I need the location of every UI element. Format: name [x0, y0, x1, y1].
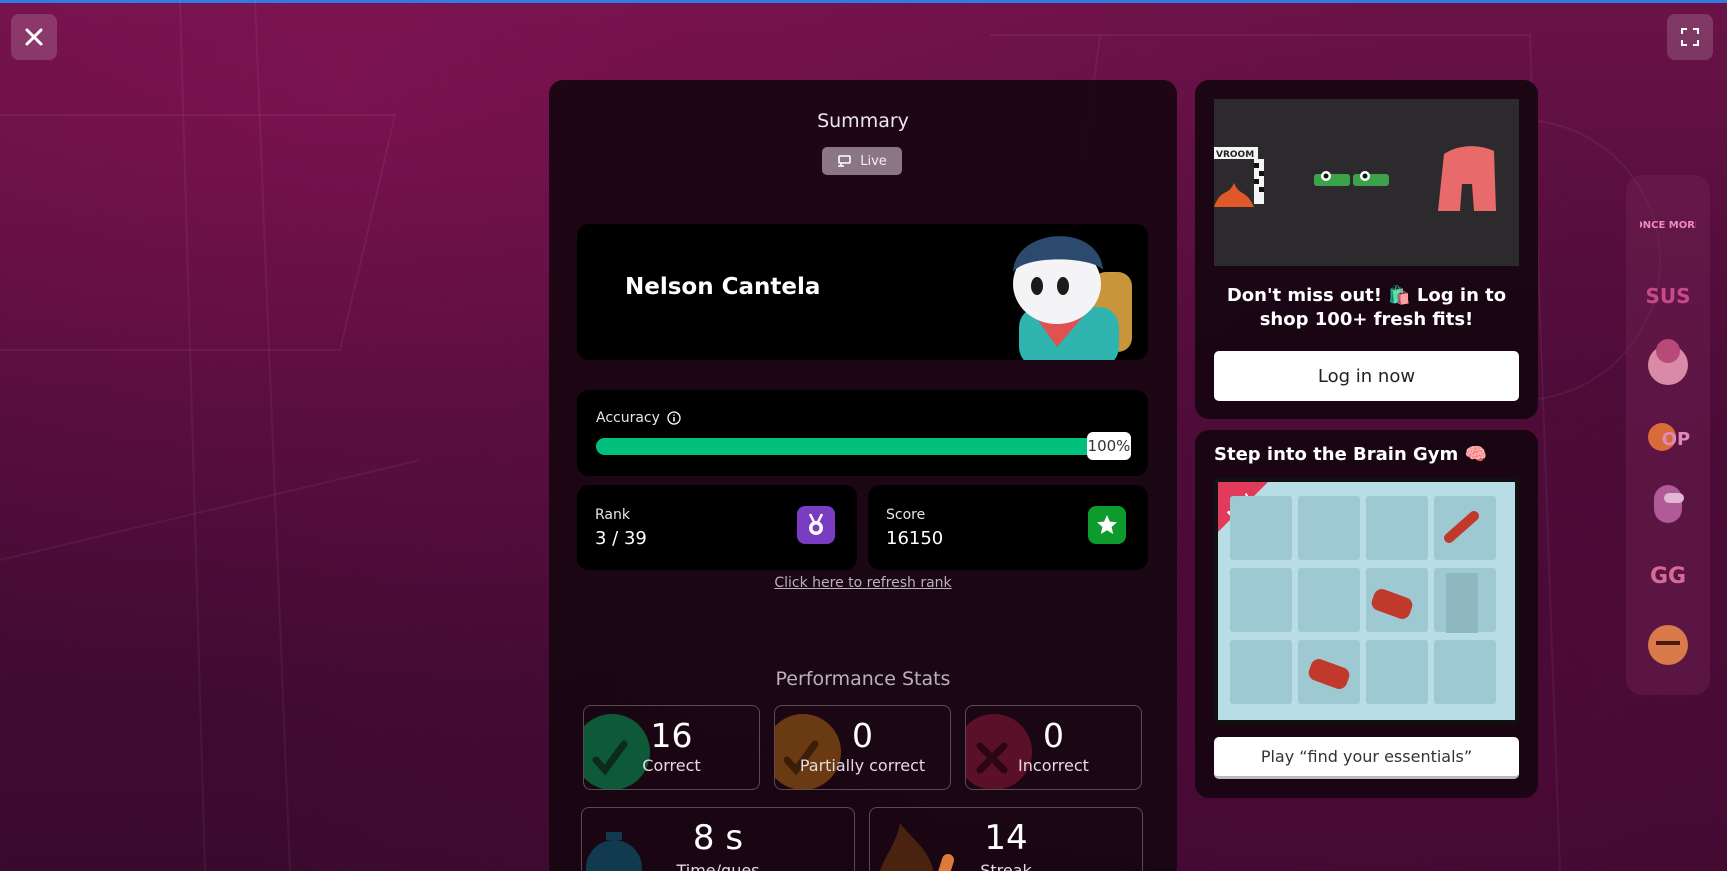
- gg-text: GG: [1650, 564, 1686, 589]
- summary-panel: Summary Live Nelson Cantela Accuracy 100…: [549, 80, 1177, 871]
- partial-label: Partially correct: [799, 756, 926, 775]
- character-face-icon: [1648, 625, 1688, 665]
- incorrect-count: 0: [1043, 716, 1064, 755]
- accuracy-label: Accuracy: [596, 410, 660, 426]
- op-sticker[interactable]: OP: [1640, 405, 1696, 461]
- brain-gym-title: Step into the Brain Gym 🧠: [1214, 444, 1487, 465]
- crewmate-icon: [1654, 485, 1684, 523]
- shop-promo-card: VROOM Don't miss out! 🛍️ Log in to shop …: [1195, 80, 1538, 419]
- top-progress-line: [0, 0, 1727, 3]
- accuracy-card: Accuracy 100%: [577, 390, 1148, 476]
- accuracy-bar-fill: [596, 438, 1116, 455]
- sus-text: SUS: [1645, 284, 1690, 308]
- brain-gym-image[interactable]: NEW: [1214, 478, 1519, 724]
- memory-tile: [1366, 496, 1428, 560]
- player-card: Nelson Cantela: [577, 224, 1148, 360]
- memory-tile: [1230, 640, 1292, 704]
- once-more-icon: ONCE MORE: [1634, 220, 1702, 231]
- rank-card: Rank 3 / 39: [577, 485, 857, 570]
- rank-badge: [797, 506, 835, 544]
- score-value: 16150: [886, 528, 944, 549]
- promo-image: VROOM: [1214, 99, 1519, 266]
- time-label: Time/ques: [676, 861, 760, 871]
- live-badge: Live: [822, 147, 902, 175]
- stat-streak: 14 Streak: [869, 807, 1143, 871]
- live-label: Live: [860, 153, 887, 169]
- sus-icon: SUS: [1645, 284, 1690, 308]
- brain-gym-card: Step into the Brain Gym 🧠 NEW Play “find…: [1195, 430, 1538, 798]
- once-more-sticker[interactable]: ONCE MORE: [1634, 195, 1702, 251]
- score-badge: [1088, 506, 1126, 544]
- accuracy-percent: 100%: [1087, 432, 1131, 460]
- player-name: Nelson Cantela: [625, 274, 821, 300]
- character-sticker[interactable]: [1640, 335, 1696, 391]
- close-icon: [25, 28, 43, 46]
- medal-icon: [808, 513, 824, 535]
- op-text: OP: [1662, 429, 1691, 450]
- incorrect-label: Incorrect: [1018, 756, 1089, 775]
- accuracy-bar: [596, 438, 1116, 455]
- streak-label: Streak: [980, 861, 1032, 871]
- rank-value: 3 / 39: [595, 528, 647, 549]
- promo-illustration: VROOM: [1214, 146, 1496, 211]
- partial-count: 0: [852, 716, 873, 755]
- memory-tile: [1298, 568, 1360, 632]
- stat-time-per-question: 8 s Time/ques: [581, 807, 855, 871]
- once-more-text: ONCE MORE: [1640, 220, 1696, 231]
- character-face-sticker[interactable]: [1640, 615, 1696, 671]
- login-button[interactable]: Log in now: [1214, 351, 1519, 401]
- memory-tile: [1366, 640, 1428, 704]
- performance-title: Performance Stats: [775, 668, 951, 690]
- character-icon: [1648, 339, 1688, 385]
- live-icon: [838, 155, 852, 167]
- close-button[interactable]: [11, 14, 57, 60]
- correct-count: 16: [650, 716, 693, 755]
- stat-incorrect: 0 Incorrect: [965, 705, 1142, 790]
- gg-icon: GG: [1650, 564, 1686, 589]
- sticker-sidebar: ONCE MORE SUS OP GG: [1626, 175, 1710, 695]
- memory-tile: [1298, 496, 1360, 560]
- rank-label: Rank: [595, 507, 630, 523]
- memory-tile: [1434, 640, 1496, 704]
- score-card: Score 16150: [868, 485, 1148, 570]
- memory-grid-illustration: NEW: [1218, 482, 1515, 720]
- stat-partially-correct: 0 Partially correct: [774, 705, 951, 790]
- gg-sticker[interactable]: GG: [1640, 545, 1696, 601]
- memory-tile: [1230, 568, 1292, 632]
- star-icon: [1097, 515, 1117, 534]
- info-icon[interactable]: [667, 411, 681, 425]
- op-icon: OP: [1648, 423, 1691, 451]
- play-find-essentials-button[interactable]: Play “find your essentials”: [1214, 737, 1519, 779]
- streak-value: 14: [984, 818, 1028, 858]
- correct-label: Correct: [642, 756, 701, 775]
- stat-correct: 16 Correct: [583, 705, 760, 790]
- promo-banner-text: VROOM: [1216, 150, 1254, 160]
- score-label: Score: [886, 507, 926, 523]
- memory-tile: [1230, 496, 1292, 560]
- accuracy-label-row: Accuracy: [596, 410, 681, 426]
- promo-text: Don't miss out! 🛍️ Log in to shop 100+ f…: [1226, 285, 1507, 330]
- sus-sticker[interactable]: SUS: [1640, 265, 1696, 321]
- refresh-rank-link[interactable]: Click here to refresh rank: [549, 575, 1177, 591]
- fullscreen-icon: [1681, 28, 1699, 46]
- fullscreen-button[interactable]: [1667, 14, 1713, 60]
- time-value: 8 s: [692, 818, 744, 858]
- crewmate-sticker[interactable]: [1640, 475, 1696, 531]
- summary-title: Summary: [817, 110, 909, 132]
- player-avatar: [1013, 236, 1132, 360]
